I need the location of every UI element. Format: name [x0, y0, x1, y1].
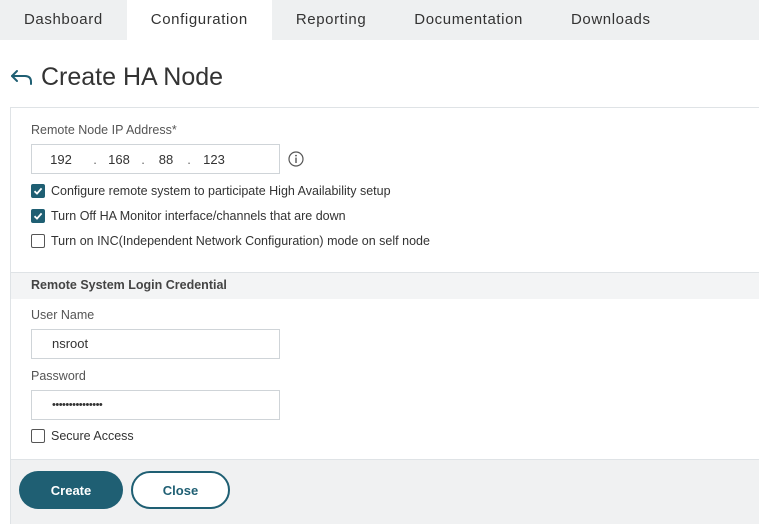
username-label: User Name — [31, 308, 95, 322]
remote-ip-label: Remote Node IP Address* — [31, 123, 177, 137]
remote-ip-input[interactable]: 192 . 168 . 88 . 123 — [31, 144, 280, 174]
credential-section-title: Remote System Login Credential — [31, 278, 227, 292]
ip-dot: . — [93, 151, 97, 167]
tab-documentation[interactable]: Documentation — [390, 0, 547, 40]
password-input[interactable]: ••••••••••••••• — [31, 390, 280, 420]
check-label: Turn on INC(Independent Network Configur… — [51, 234, 430, 248]
checkbox-checked[interactable] — [31, 184, 45, 198]
page-header: Create HA Node — [9, 60, 223, 94]
create-ha-node-form: Remote Node IP Address* 192 . 168 . 88 .… — [10, 107, 759, 524]
form-footer: Create Close — [11, 459, 759, 524]
check-secure-access[interactable]: Secure Access — [31, 429, 134, 443]
password-label: Password — [31, 369, 86, 383]
check-label: Secure Access — [51, 429, 134, 443]
ip-dot: . — [141, 151, 145, 167]
back-arrow-icon[interactable] — [9, 64, 35, 90]
checkbox-unchecked[interactable] — [31, 429, 45, 443]
ip-octet-1[interactable]: 192 — [32, 152, 90, 167]
username-input[interactable]: nsroot — [31, 329, 280, 359]
checkbox-unchecked[interactable] — [31, 234, 45, 248]
ip-dot: . — [187, 151, 191, 167]
credential-section-header: Remote System Login Credential — [11, 272, 759, 299]
check-label: Turn Off HA Monitor interface/channels t… — [51, 209, 346, 223]
check-label: Configure remote system to participate H… — [51, 184, 391, 198]
tab-dashboard[interactable]: Dashboard — [0, 0, 127, 40]
check-configure-remote[interactable]: Configure remote system to participate H… — [31, 184, 391, 198]
close-button[interactable]: Close — [131, 471, 230, 509]
check-inc-mode[interactable]: Turn on INC(Independent Network Configur… — [31, 234, 430, 248]
check-turn-off-ha-monitor[interactable]: Turn Off HA Monitor interface/channels t… — [31, 209, 346, 223]
tab-downloads[interactable]: Downloads — [547, 0, 675, 40]
ip-octet-2[interactable]: 168 — [100, 152, 138, 167]
page-title: Create HA Node — [41, 62, 224, 91]
tab-reporting[interactable]: Reporting — [272, 0, 390, 40]
ip-octet-4[interactable]: 123 — [194, 152, 234, 167]
ip-octet-3[interactable]: 88 — [148, 152, 184, 167]
tab-configuration[interactable]: Configuration — [126, 0, 272, 40]
info-icon[interactable] — [288, 151, 304, 167]
create-button[interactable]: Create — [19, 471, 123, 509]
top-nav: Dashboard Configuration Reporting Docume… — [0, 0, 759, 40]
checkbox-checked[interactable] — [31, 209, 45, 223]
